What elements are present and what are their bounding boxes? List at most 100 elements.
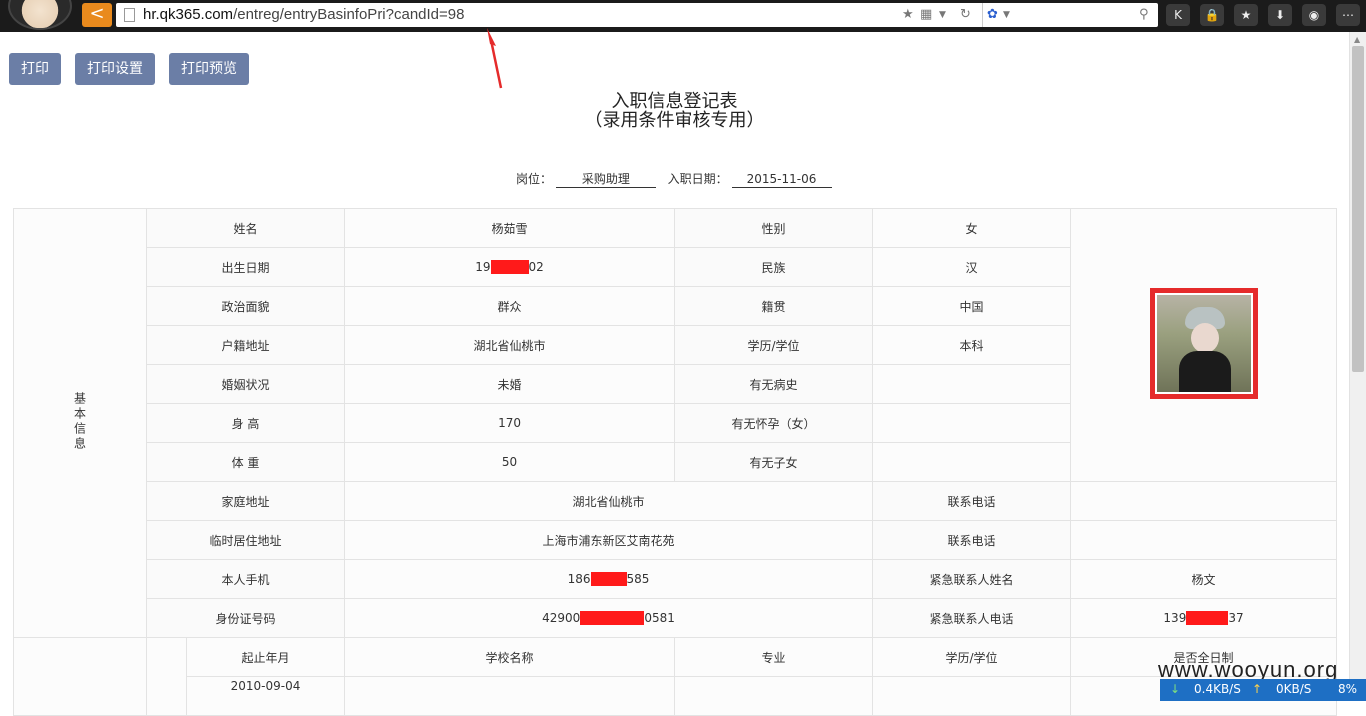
weight-value: 50 [344, 442, 676, 482]
dropdown-icon[interactable]: ▼ [939, 7, 946, 23]
section-label-education [13, 637, 147, 716]
redaction-bar [580, 611, 645, 626]
url-path: /entreg/entryBasinfoPri?candId=98 [233, 6, 465, 23]
edu-spacer [146, 637, 187, 716]
height-label: 身 高 [145, 403, 346, 443]
gamepad-icon[interactable]: ◉ [1302, 4, 1326, 26]
url-text[interactable]: hr.qk365.com/entreg/entryBasinfoPri?cand… [143, 5, 464, 25]
native-label: 籍贯 [674, 286, 874, 326]
ethnic-label: 民族 [674, 247, 874, 287]
marital-value: 未婚 [344, 364, 676, 404]
name-value: 杨茹雪 [344, 208, 676, 248]
id-number-value: 42900 0581 [344, 598, 874, 638]
edu-header-degree: 学历/学位 [872, 637, 1072, 677]
print-preview-button[interactable]: 打印预览 [169, 53, 249, 85]
table-row: 起止年月 学校名称 专业 学历/学位 是否全日制 [13, 637, 1338, 716]
lock-icon[interactable]: 🔒 [1200, 4, 1224, 26]
disease-label: 有无病史 [674, 364, 874, 404]
scroll-up-icon[interactable]: ▲ [1354, 35, 1360, 44]
annotation-arrow [487, 28, 503, 89]
redaction-bar [1186, 611, 1229, 626]
photo-cell [1070, 208, 1338, 482]
temp-address-label: 临时居住地址 [145, 520, 346, 560]
print-settings-button[interactable]: 打印设置 [75, 53, 155, 85]
emergency-phone-value: 139 37 [1070, 598, 1338, 638]
temp-address-value: 上海市浦东新区艾南花苑 [344, 520, 874, 560]
address-bar[interactable]: hr.qk365.com/entreg/entryBasinfoPri?cand… [116, 3, 1158, 27]
browser-toolbar: < hr.qk365.com/entreg/entryBasinfoPri?ca… [0, 0, 1366, 32]
form-subtitle: （录用条件审核专用） [584, 110, 765, 131]
engine-dropdown-icon[interactable]: ▼ [1003, 7, 1010, 23]
table-row: 家庭地址 湖北省仙桃市 联系电话 [14, 481, 1338, 521]
political-label: 政治面貌 [145, 286, 346, 326]
pregnant-label: 有无怀孕（女） [674, 403, 874, 443]
url-host: hr.qk365.com [143, 6, 234, 23]
qr-code-icon[interactable]: ▦ [920, 7, 932, 23]
weight-label: 体 重 [145, 442, 346, 482]
network-speed-widget[interactable]: ↓ 0.4KB/S ↑ 0KB/S 8% [1160, 679, 1366, 701]
section-label-basic: 基本信息 [13, 208, 147, 638]
pregnant-value [872, 403, 1072, 443]
mobile-value: 186 585 [344, 559, 874, 599]
hukou-label: 户籍地址 [145, 325, 346, 365]
redaction-bar [590, 572, 627, 587]
table-row: 临时居住地址 上海市浦东新区艾南花苑 联系电话 [14, 520, 1338, 560]
menu-icon[interactable]: ⋯ [1336, 4, 1360, 26]
back-button[interactable]: < [82, 3, 112, 27]
education-label: 学历/学位 [674, 325, 874, 365]
user-avatar[interactable] [8, 0, 72, 30]
native-value: 中国 [872, 286, 1072, 326]
upload-speed: 0KB/S [1276, 682, 1312, 696]
children-value [872, 442, 1072, 482]
edu-school-1 [344, 676, 676, 716]
emergency-phone-label: 紧急联系人电话 [872, 598, 1072, 638]
emergency-name-label: 紧急联系人姓名 [872, 559, 1072, 599]
download-speed: 0.4KB/S [1194, 682, 1241, 696]
edu-header-period: 起止年月 [185, 637, 346, 677]
redaction-bar [490, 260, 529, 275]
hukou-value: 湖北省仙桃市 [344, 325, 676, 365]
edu-header-major: 专业 [674, 637, 874, 677]
phone1-value [1070, 481, 1338, 521]
phone2-value [1070, 520, 1338, 560]
profile-photo [1156, 295, 1251, 392]
emergency-name-value: 杨文 [1070, 559, 1338, 599]
photo-highlight [1149, 288, 1258, 399]
extension-k-icon[interactable]: K [1166, 4, 1190, 26]
entry-date-label: 入职日期： [667, 172, 728, 186]
print-button[interactable]: 打印 [9, 53, 61, 85]
download-icon[interactable]: ⬇ [1268, 4, 1292, 26]
name-label: 姓名 [145, 208, 346, 248]
position-info: 岗位： 采购助理 入职日期： 2015-11-06 [516, 170, 832, 188]
table-row: 身份证号码 42900 0581 紧急联系人电话 139 37 [14, 598, 1338, 638]
usage-percent: 8% [1338, 682, 1358, 696]
edu-major-1 [674, 676, 874, 716]
position-label: 岗位： [516, 172, 553, 186]
mobile-label: 本人手机 [145, 559, 346, 599]
birth-label: 出生日期 [145, 247, 346, 287]
birth-value: 19 02 [344, 247, 676, 287]
bookmark-star-icon[interactable]: ★ [1234, 4, 1258, 26]
edu-header-school: 学校名称 [344, 637, 676, 677]
page-icon [124, 8, 135, 22]
gender-value: 女 [872, 208, 1072, 248]
home-address-label: 家庭地址 [145, 481, 346, 521]
form-title-main: 入职信息登记表 [611, 91, 738, 112]
search-icon[interactable]: ⚲ [1139, 7, 1149, 23]
children-label: 有无子女 [674, 442, 874, 482]
refresh-icon[interactable]: ↻ [960, 7, 971, 23]
scroll-thumb[interactable] [1352, 46, 1364, 372]
form-title: 入职信息登记表 （录用条件审核专用） [0, 92, 1349, 130]
search-engine-icon[interactable]: ✿ [987, 7, 998, 23]
vertical-scrollbar[interactable]: ▲ [1349, 32, 1366, 701]
table-row: 基本信息 姓名 杨茹雪 性别 女 [13, 208, 1338, 638]
search-box[interactable]: ✿ ▼ ⚲ [982, 3, 1158, 27]
marital-label: 婚姻状况 [145, 364, 346, 404]
edu-period-1: 2010-09-04 [185, 676, 346, 716]
gender-label: 性别 [674, 208, 874, 248]
star-icon[interactable]: ★ [902, 7, 914, 23]
home-address-value: 湖北省仙桃市 [344, 481, 874, 521]
phone1-label: 联系电话 [872, 481, 1072, 521]
height-value: 170 [344, 403, 676, 443]
upload-arrow-icon: ↑ [1252, 682, 1263, 696]
